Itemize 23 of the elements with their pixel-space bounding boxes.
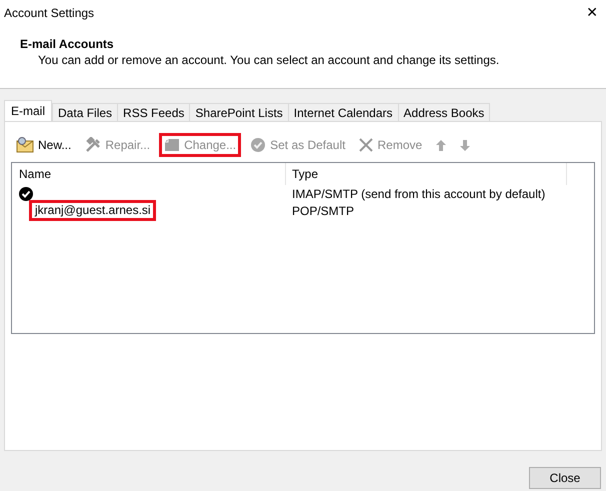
checkmark-circle-icon bbox=[250, 137, 266, 153]
column-header: Type bbox=[286, 163, 567, 185]
tab[interactable]: Data Files bbox=[52, 103, 118, 121]
tab[interactable]: E-mail bbox=[4, 100, 52, 121]
section-description: You can add or remove an account. You can select an account and change its settings. bbox=[37, 53, 500, 67]
account-type: POP/SMTP bbox=[291, 204, 356, 218]
envelope-icon bbox=[16, 137, 34, 153]
account-row[interactable]: jkranj@guest.arnes.si POP/SMTP bbox=[12, 202, 594, 219]
arrow-up-icon bbox=[436, 140, 446, 150]
account-row[interactable]: IMAP/SMTP (send from this account by default) bbox=[12, 185, 594, 202]
window-title: Account Settings bbox=[4, 6, 94, 20]
account-name[interactable]: jkranj@guest.arnes.si bbox=[29, 200, 156, 221]
arrow-down-icon bbox=[460, 140, 470, 150]
close-dialog-button[interactable]: Close bbox=[529, 467, 601, 489]
tools-icon bbox=[85, 137, 102, 153]
section-title: E-mail Accounts bbox=[20, 37, 115, 51]
column-header: Name bbox=[12, 163, 286, 185]
close-button[interactable]: ✕ bbox=[578, 4, 606, 20]
tab[interactable]: Address Books bbox=[398, 103, 490, 121]
toolbar-button[interactable]: New... bbox=[11, 133, 76, 157]
x-icon bbox=[359, 138, 374, 152]
account-type: IMAP/SMTP (send from this account by default) bbox=[291, 186, 546, 200]
pages-icon bbox=[164, 137, 180, 153]
